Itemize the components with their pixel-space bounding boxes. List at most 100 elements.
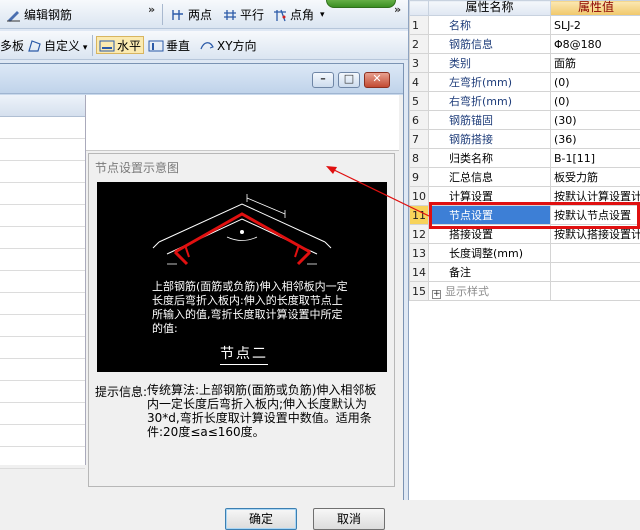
list-item[interactable]	[0, 403, 85, 425]
list-item[interactable]	[0, 161, 85, 183]
expand-plus-icon[interactable]: +	[432, 290, 441, 299]
horizontal-button[interactable]: 水平	[96, 36, 144, 54]
custom-label: 自定义	[44, 39, 80, 53]
property-value[interactable]: (36)	[551, 130, 640, 149]
list-item[interactable]	[0, 139, 85, 161]
maximize-button[interactable]: □	[338, 72, 360, 88]
diagram-description: 上部钢筋(面筋或负筋)伸入相邻板内一定长度后弯折入板内:伸入的长度取节点上所输入…	[152, 280, 352, 336]
node-list-header	[0, 95, 85, 117]
table-row[interactable]: 2 钢筋信息 Φ8@180	[410, 35, 640, 54]
vertical-label: 垂直	[166, 39, 190, 53]
property-name: 名称	[429, 16, 551, 35]
hint-text: 传统算法:上部钢筋(面筋或负筋)伸入相邻板内一定长度后弯折入板内;伸入长度默认为…	[147, 383, 387, 439]
row-number: 12	[410, 225, 429, 244]
list-item[interactable]	[0, 425, 85, 447]
property-value[interactable]	[551, 244, 640, 263]
list-item[interactable]	[0, 293, 85, 315]
table-row[interactable]: 8 归类名称 B-1[11]	[410, 149, 640, 168]
xy-direction-icon	[199, 39, 215, 53]
header-num	[410, 1, 429, 16]
row-number: 9	[410, 168, 429, 187]
property-value[interactable]: (30)	[551, 111, 640, 130]
slab-partial-button[interactable]: 多板	[0, 37, 24, 55]
table-row[interactable]: 3 类别 面筋	[410, 54, 640, 73]
list-item[interactable]	[0, 359, 85, 381]
list-item[interactable]	[0, 117, 85, 139]
property-value[interactable]	[551, 282, 640, 301]
row-number: 3	[410, 54, 429, 73]
ok-button[interactable]: 确定	[225, 508, 297, 530]
xy-direction-button[interactable]: XY方向	[199, 37, 257, 55]
header-property-value: 属性值	[551, 1, 640, 16]
property-value[interactable]: (0)	[551, 92, 640, 111]
row-number: 6	[410, 111, 429, 130]
row-number: 8	[410, 149, 429, 168]
property-value[interactable]	[551, 263, 640, 282]
table-row[interactable]: 5 右弯折(mm) (0)	[410, 92, 640, 111]
chevron-down-icon: ▾	[80, 43, 87, 53]
property-value[interactable]: Φ8@180	[551, 35, 640, 54]
toolbar-separator	[162, 4, 163, 25]
list-item[interactable]	[0, 315, 85, 337]
toolbar-top: 编辑钢筋 » 两点 平行 点角 ▾ »	[0, 0, 408, 29]
property-name: 汇总信息	[429, 168, 551, 187]
property-name: 钢筋锚固	[429, 111, 551, 130]
list-item[interactable]	[0, 249, 85, 271]
close-button[interactable]: ✕	[364, 72, 390, 88]
status-pill	[326, 0, 396, 8]
header-property-name: 属性名称	[429, 1, 551, 16]
edit-rebar-button[interactable]: 编辑钢筋	[6, 6, 72, 24]
node-preview-area	[86, 95, 399, 151]
close-icon: ✕	[365, 72, 389, 85]
point-angle-icon	[272, 8, 288, 22]
table-row[interactable]: 9 汇总信息 板受力筋	[410, 168, 640, 187]
row-number: 14	[410, 263, 429, 282]
table-row[interactable]: 7 钢筋搭接 (36)	[410, 130, 640, 149]
list-item[interactable]	[0, 205, 85, 227]
property-value[interactable]: 面筋	[551, 54, 640, 73]
parallel-button[interactable]: 平行	[222, 6, 264, 24]
table-row[interactable]: 13 长度调整(mm)	[410, 244, 640, 263]
dialog-body: 节点设置示意图	[0, 95, 403, 501]
node-diagram-title: 节点设置示意图	[95, 159, 179, 176]
two-points-icon	[170, 8, 186, 22]
cancel-button[interactable]: 取消	[313, 508, 385, 530]
property-name: 左弯折(mm)	[429, 73, 551, 92]
list-item[interactable]	[0, 227, 85, 249]
vertical-button[interactable]: 垂直	[148, 37, 190, 55]
two-points-button[interactable]: 两点	[170, 6, 212, 24]
list-item[interactable]	[0, 271, 85, 293]
table-row[interactable]: 15 +显示样式	[410, 282, 640, 301]
list-item[interactable]	[0, 183, 85, 205]
point-angle-dropdown-icon[interactable]: ▾	[320, 6, 325, 24]
node-list[interactable]	[0, 95, 86, 465]
property-value[interactable]: (0)	[551, 73, 640, 92]
table-row[interactable]: 6 钢筋锚固 (30)	[410, 111, 640, 130]
horizontal-icon	[99, 39, 115, 53]
main-app-area: 编辑钢筋 » 两点 平行 点角 ▾ » 多板 自定义 ▾ 水平 垂直 XY方	[0, 0, 408, 500]
toolbar-separator	[92, 35, 93, 56]
toolbar-overflow-chevron-icon[interactable]: »	[148, 3, 153, 16]
property-value[interactable]: B-1[11]	[551, 149, 640, 168]
dialog-titlebar[interactable]: – □ ✕	[0, 64, 403, 94]
property-name: 备注	[429, 263, 551, 282]
row-number: 10	[410, 187, 429, 206]
toolbar-overflow-chevron-icon[interactable]: »	[394, 3, 399, 16]
table-row[interactable]: 1 名称 SLJ-2	[410, 16, 640, 35]
table-row[interactable]: 14 备注	[410, 263, 640, 282]
property-name-group[interactable]: +显示样式	[429, 282, 551, 301]
custom-dropdown[interactable]: 自定义 ▾	[26, 37, 87, 55]
property-table: 属性名称 属性值 1 名称 SLJ-2 2 钢筋信息 Φ8@180 3 类别 面…	[409, 0, 640, 301]
property-panel: 属性名称 属性值 1 名称 SLJ-2 2 钢筋信息 Φ8@180 3 类别 面…	[408, 0, 640, 500]
point-angle-button[interactable]: 点角	[272, 6, 314, 24]
vertical-icon	[148, 39, 164, 53]
property-name: 类别	[429, 54, 551, 73]
property-value[interactable]: 板受力筋	[551, 168, 640, 187]
property-value[interactable]: SLJ-2	[551, 16, 640, 35]
toolbar-second: 多板 自定义 ▾ 水平 垂直 XY方向	[0, 31, 408, 60]
list-item[interactable]	[0, 447, 85, 469]
table-row[interactable]: 4 左弯折(mm) (0)	[410, 73, 640, 92]
minimize-button[interactable]: –	[312, 72, 334, 88]
list-item[interactable]	[0, 337, 85, 359]
list-item[interactable]	[0, 381, 85, 403]
